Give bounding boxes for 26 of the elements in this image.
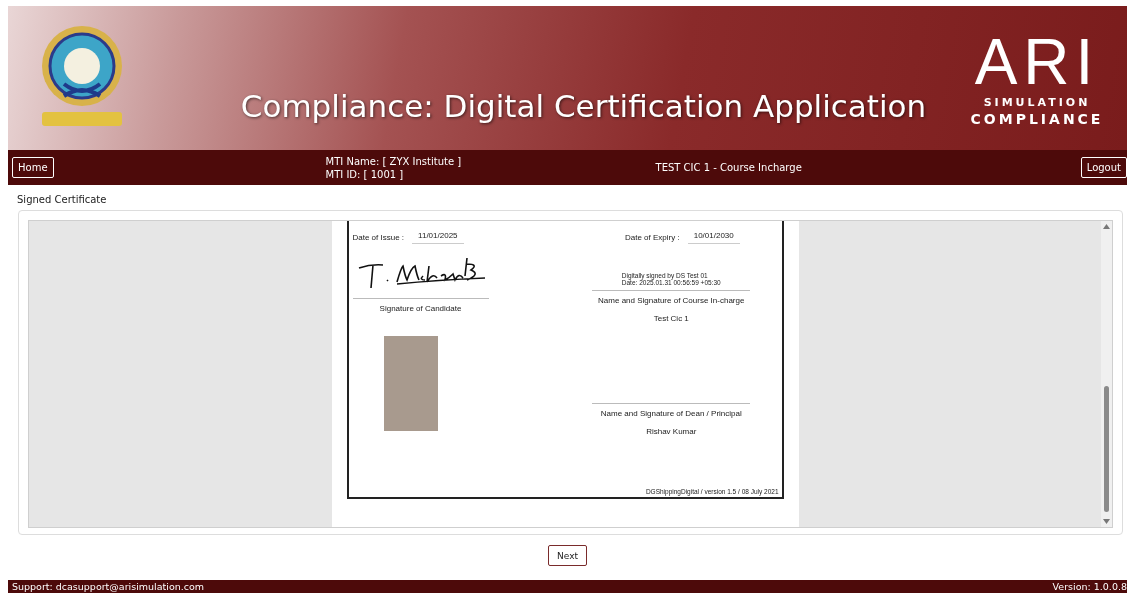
scroll-up-icon[interactable] xyxy=(1103,224,1110,229)
scroll-down-icon[interactable] xyxy=(1103,519,1110,524)
logo-tagline: COMPLIANCE xyxy=(970,110,1104,127)
signatory-name: Rishav Kumar xyxy=(646,427,697,436)
scrollbar[interactable] xyxy=(1101,221,1112,527)
scroll-thumb[interactable] xyxy=(1104,386,1109,512)
expiry-date-label: Date of Expiry : xyxy=(625,233,680,242)
logo-tagline: SIMULATION xyxy=(983,95,1091,109)
caption: Name and Signature of Course In-charge xyxy=(598,296,745,305)
mti-id: MTI ID: [ 1001 ] xyxy=(325,168,405,180)
support-email: Support: dcasupport@arisimulation.com xyxy=(12,581,205,592)
logo-letters: ARI xyxy=(974,29,1100,94)
next-button[interactable]: Next xyxy=(548,545,587,566)
home-button[interactable]: Home xyxy=(12,157,54,178)
logout-button[interactable]: Logout xyxy=(1080,157,1127,178)
issue-date-label: Date of Issue : xyxy=(352,233,405,242)
mti-name: MTI Name: [ ZYX Institute ] xyxy=(325,155,463,167)
issue-date-value: 11/01/2025 xyxy=(412,231,464,244)
section-title: Signed Certificate xyxy=(17,194,107,205)
version-text: Version: 1.0.0.8 xyxy=(1052,581,1127,592)
signatory-name: Test Cic 1 xyxy=(653,314,689,323)
caption: Signature of Candidate xyxy=(378,304,463,313)
user-role: TEST CIC 1 - Course Incharge xyxy=(655,162,803,173)
expiry-date-value: 10/01/2030 xyxy=(687,231,740,244)
app-title: Compliance: Digital Certification Application xyxy=(239,87,928,124)
caption: Name and Signature of Dean / Principal xyxy=(600,409,742,418)
